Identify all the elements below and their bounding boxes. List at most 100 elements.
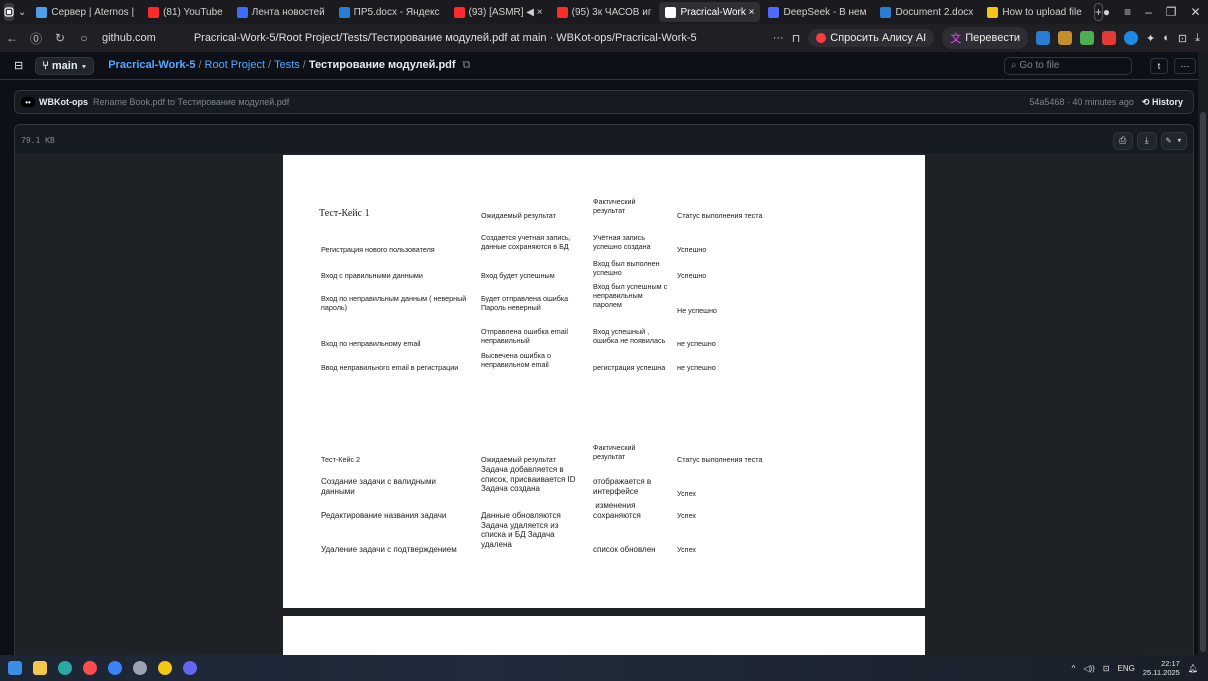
notifications-icon[interactable]: 🔔︎ bbox=[1188, 664, 1198, 673]
copy-path-icon[interactable]: ⧉ bbox=[463, 59, 471, 71]
translate-label: Перевести bbox=[965, 32, 1021, 44]
new-tab-button[interactable]: + bbox=[1093, 3, 1103, 21]
browser-tab[interactable]: How to upload file bbox=[981, 2, 1088, 22]
print-icon[interactable]: ⎙ bbox=[1112, 131, 1133, 150]
tab-label: Document 2.docx bbox=[895, 6, 974, 18]
pdf-table-cell: Создается учетная запись, данные сохраня… bbox=[481, 233, 571, 251]
tab-label: Сервер | Aternos | bbox=[51, 6, 135, 18]
reload-icon[interactable]: ↻ bbox=[48, 31, 72, 45]
download-icon[interactable]: ⤓ bbox=[1195, 32, 1200, 45]
browser-tab[interactable]: ПР5.docx - Яндекс bbox=[333, 2, 446, 22]
pdf-table-cell: Создание задачи с валидными данными bbox=[321, 477, 436, 496]
tab-favicon-icon bbox=[665, 6, 677, 18]
volume-icon[interactable]: ◁)) bbox=[1083, 664, 1094, 673]
history-label: History bbox=[1151, 96, 1183, 107]
breadcrumb-folder[interactable]: Root Project bbox=[205, 59, 266, 71]
page-title[interactable]: Pracrical-Work-5/Root Project/Tests/Тест… bbox=[194, 32, 697, 44]
url-domain[interactable]: github.com bbox=[102, 32, 156, 44]
clock[interactable]: 22:17 25.11.2025 bbox=[1143, 659, 1180, 677]
restore-button[interactable]: ❐ bbox=[1166, 5, 1177, 19]
close-button[interactable]: ✕ bbox=[1191, 5, 1201, 19]
collections-icon[interactable]: ⊡ bbox=[1178, 32, 1187, 45]
alice-button[interactable]: Спросить Алису AI bbox=[808, 29, 935, 47]
browser-tab[interactable]: DeepSeek - В нем bbox=[762, 2, 872, 22]
breadcrumb-folder[interactable]: Tests bbox=[274, 59, 300, 71]
pdf-table-cell: Высвечена ошибка о неправильном email bbox=[481, 351, 551, 369]
puzzle-icon[interactable]: ✦ bbox=[1146, 32, 1155, 45]
start-icon[interactable] bbox=[8, 661, 22, 675]
browser-tab[interactable]: Pracrical-Work × bbox=[659, 2, 761, 22]
tab-label: DeepSeek - В нем bbox=[783, 6, 867, 18]
sidebar-icon[interactable]: ⓪ bbox=[24, 30, 48, 47]
alice-icon bbox=[816, 33, 827, 43]
edit-button[interactable]: ✎ ▾ bbox=[1160, 131, 1187, 150]
browser-tab[interactable]: (95) 3к ЧАСОВ иг bbox=[551, 2, 658, 22]
browser-tab[interactable]: (93) [ASMR] ◀ × bbox=[448, 2, 549, 22]
extension-icon[interactable] bbox=[1080, 31, 1095, 45]
pdf-table-cell: список обновлен bbox=[593, 545, 656, 554]
browser-tab[interactable]: Сервер | Aternos | bbox=[30, 2, 140, 22]
file-size: 79.1 KB bbox=[21, 136, 55, 145]
back-arrow-icon[interactable]: ← bbox=[0, 31, 24, 45]
pdf-table-cell: регистрация успешна bbox=[593, 363, 666, 372]
profile-icon[interactable]: ● bbox=[1103, 5, 1110, 19]
pdf-table-cell: Вход по неправильному email bbox=[321, 339, 421, 348]
extension-icon[interactable] bbox=[1124, 31, 1139, 45]
app-icon[interactable] bbox=[158, 661, 172, 675]
scrollbar-thumb[interactable] bbox=[1200, 112, 1206, 652]
alice-label: Спросить Алису AI bbox=[830, 32, 927, 44]
commit-author[interactable]: WBKot-ops bbox=[39, 97, 88, 107]
pdf-table-cell: Ожидаемый результат bbox=[481, 455, 556, 464]
pdf-page: Тест-Кейс 1 Ожидаемый результат Фактически… bbox=[283, 155, 925, 608]
extension-icon[interactable] bbox=[1102, 31, 1117, 45]
browser-tab[interactable]: (81) YouTube bbox=[142, 2, 229, 22]
pdf-table-cell: Вход успешный , ошибка не появилась bbox=[593, 327, 666, 345]
yandex-browser-icon[interactable] bbox=[83, 661, 97, 675]
tab-label: How to upload file bbox=[1002, 6, 1082, 18]
more-options-button[interactable]: ··· bbox=[1174, 57, 1196, 74]
pdf-table-cell: Вход с правильными данными bbox=[321, 271, 423, 280]
tab-favicon-icon bbox=[338, 6, 350, 18]
page-scrollbar[interactable] bbox=[1198, 52, 1208, 655]
pdf-table-cell: Тест-Кейс 1 bbox=[319, 208, 370, 219]
pdf-table-cell: Не успешно bbox=[677, 306, 717, 315]
steam-icon[interactable] bbox=[133, 661, 147, 675]
pdf-table-cell: Успех bbox=[677, 511, 697, 520]
file-explorer-icon[interactable] bbox=[33, 661, 47, 675]
pdf-table-cell: Ввод неправильного email в регистрации bbox=[321, 363, 459, 372]
extension-icon[interactable] bbox=[1036, 31, 1051, 45]
browser-tab[interactable]: Document 2.docx bbox=[874, 2, 979, 22]
minimize-button[interactable]: – bbox=[1145, 5, 1152, 19]
language-indicator[interactable]: ENG bbox=[1118, 664, 1135, 673]
history-button[interactable]: ⟲ History bbox=[1142, 97, 1183, 108]
commit-message[interactable]: Rename Book.pdf to Тестирование модулей.… bbox=[93, 97, 289, 107]
sidebar-toggle-icon[interactable]: ⊟ bbox=[14, 59, 23, 72]
avatar[interactable]: •• bbox=[21, 97, 35, 107]
discord-icon[interactable] bbox=[183, 661, 197, 675]
edge-icon[interactable] bbox=[58, 661, 72, 675]
pdf-table-cell: изменения сохраняются bbox=[593, 501, 641, 520]
network-icon[interactable]: ⊡ bbox=[1103, 664, 1110, 673]
browser-menu-icon[interactable] bbox=[4, 3, 14, 21]
extension-icon[interactable] bbox=[1058, 31, 1073, 45]
screenshot-icon[interactable]: ◐ bbox=[1163, 32, 1170, 44]
translate-button[interactable]: 文 Перевести bbox=[942, 27, 1029, 49]
tray-chevron-icon[interactable]: ^ bbox=[1072, 664, 1076, 673]
pdf-preview[interactable]: Тест-Кейс 1 Ожидаемый результат Фактически… bbox=[15, 153, 1193, 671]
tab-favicon-icon bbox=[768, 6, 780, 18]
branch-selector[interactable]: ⑂ main ▾ bbox=[35, 56, 95, 75]
bookmark-icon[interactable]: ⊓ bbox=[792, 32, 801, 45]
more-icon[interactable]: ··· bbox=[773, 32, 784, 44]
chevron-down-icon[interactable]: ⌄ bbox=[18, 3, 26, 21]
pdf-table-cell: отображается в интерфейсе bbox=[593, 477, 652, 496]
download-button[interactable]: ⤓ bbox=[1136, 131, 1157, 150]
hamburger-menu-icon[interactable]: ≡ bbox=[1124, 5, 1131, 19]
browser-tab[interactable]: Лента новостей bbox=[231, 2, 331, 22]
tab-label: (93) [ASMR] ◀ × bbox=[468, 6, 543, 18]
app-icon[interactable] bbox=[108, 661, 122, 675]
commit-meta[interactable]: 54a5468 · 40 minutes ago bbox=[1029, 97, 1134, 107]
address-bar: ← ⓪ ↻ ○ github.com Pracrical-Work-5/Root… bbox=[0, 24, 1208, 52]
breadcrumb: Pracrical-Work-5/Root Project / Tests / Тест… bbox=[108, 59, 471, 71]
go-to-file-input[interactable]: ⌕ Go to file bbox=[1004, 56, 1132, 75]
breadcrumb-repo[interactable]: Pracrical-Work-5 bbox=[108, 59, 195, 71]
